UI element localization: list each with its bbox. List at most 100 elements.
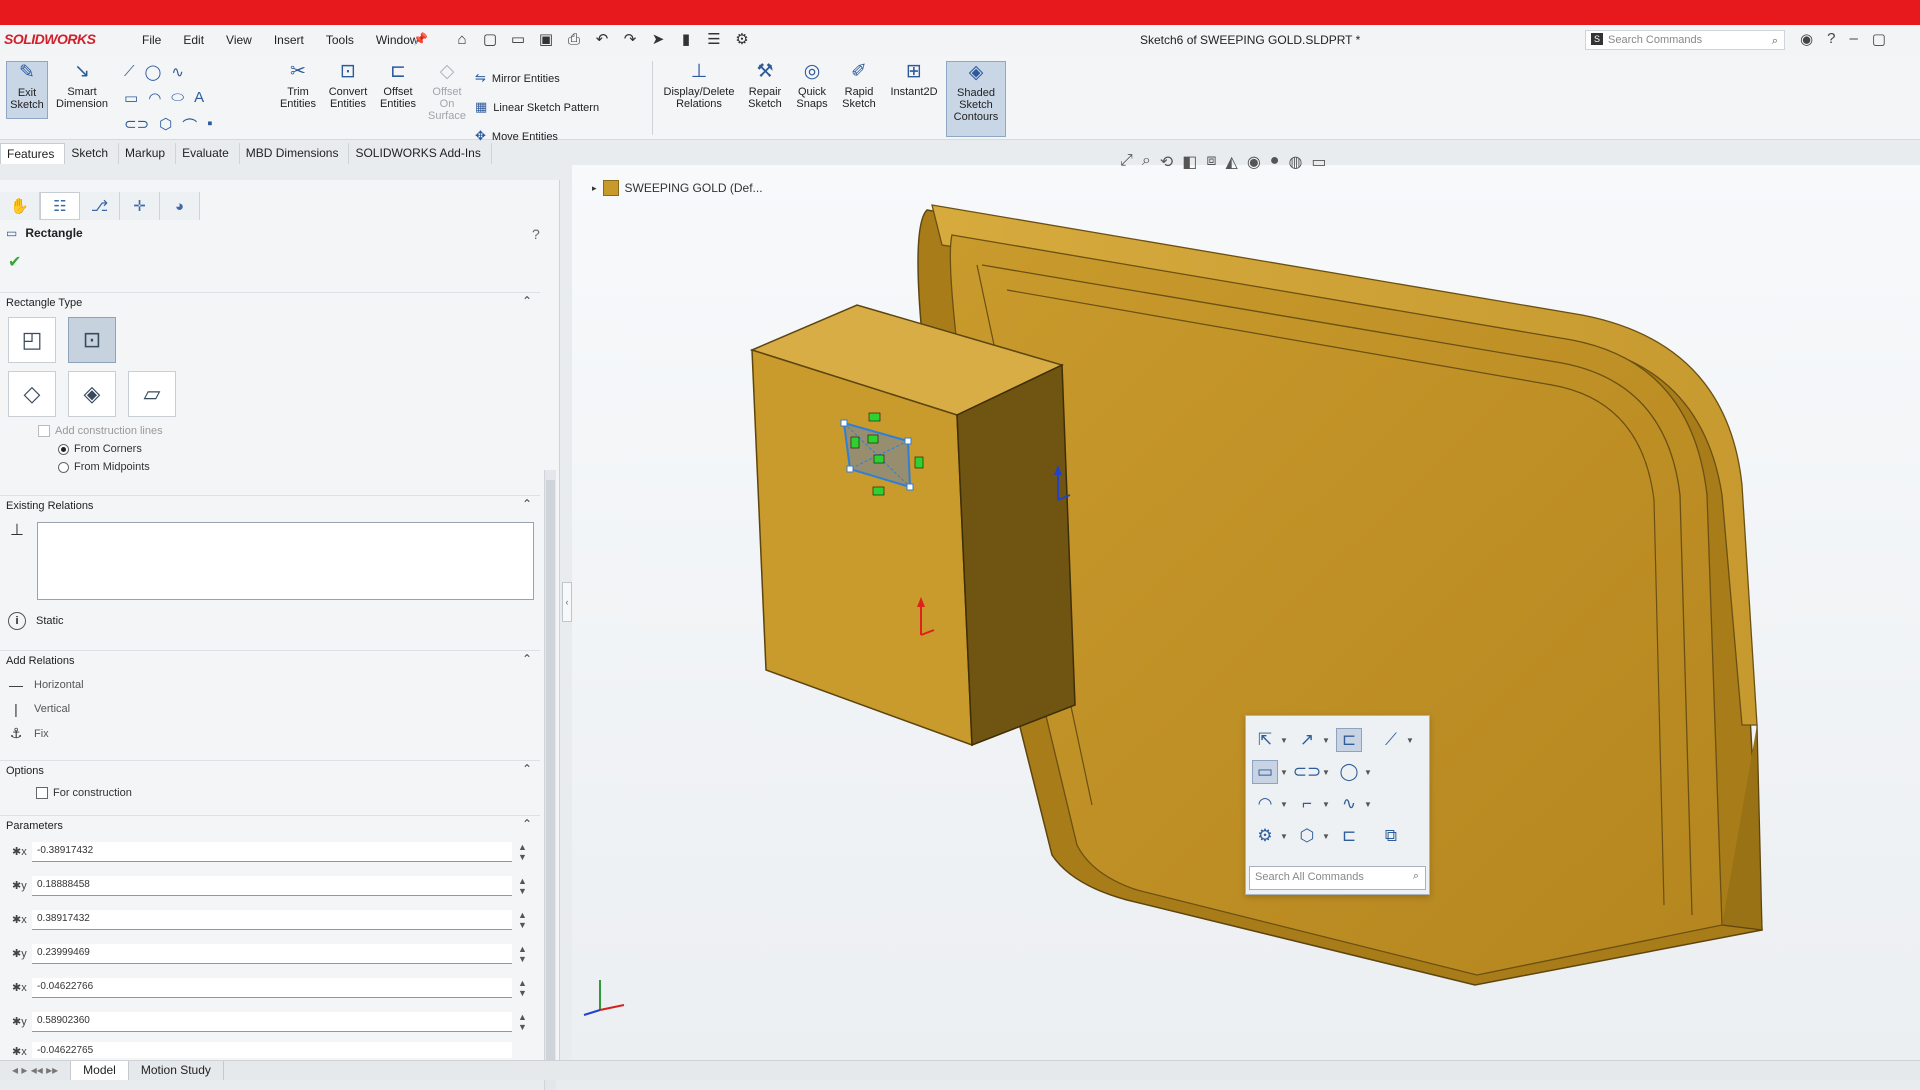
- collapse-chevron-up-icon[interactable]: ⌃: [522, 294, 532, 308]
- apply-scene-icon[interactable]: ◍: [1288, 152, 1302, 172]
- tab-motion-study[interactable]: Motion Study: [129, 1061, 224, 1080]
- tab-evaluate[interactable]: Evaluate: [176, 143, 240, 164]
- help-icon[interactable]: ?: [532, 226, 540, 242]
- configuration-manager-tab-icon[interactable]: ⎇: [80, 192, 120, 220]
- shortcut-rectangle[interactable]: ▭ ▼: [1252, 756, 1294, 788]
- tab-markup[interactable]: Markup: [119, 143, 177, 164]
- arc-icon[interactable]: ◠: [148, 89, 161, 107]
- slot-icon[interactable]: ⊂⊃: [124, 115, 149, 136]
- spin-arrows-icon[interactable]: ▲ ▼: [518, 842, 527, 862]
- collapse-chevron-up-icon[interactable]: ⌃: [522, 497, 532, 511]
- spin-arrows-icon[interactable]: ▲ ▼: [518, 876, 527, 896]
- tab-solidworks-add-ins[interactable]: SOLIDWORKS Add-Ins: [349, 143, 492, 164]
- parallelogram-button[interactable]: ▱: [128, 371, 176, 417]
- mirror-entities-button[interactable]: ⇋ Mirror Entities: [475, 64, 599, 93]
- shortcut-offset[interactable]: ⧉: [1378, 820, 1420, 852]
- help-icon[interactable]: ?: [1827, 30, 1835, 48]
- spin-arrows-icon[interactable]: ▲ ▼: [518, 944, 527, 964]
- property-manager-tab-icon[interactable]: ☷: [40, 192, 80, 220]
- shortcut-circle[interactable]: ◯ ▼: [1336, 756, 1378, 788]
- tab-sketch[interactable]: Sketch: [65, 143, 120, 164]
- parameter-input-x1[interactable]: -0.38917432: [32, 842, 512, 862]
- parameter-input-x2[interactable]: 0.38917432: [32, 910, 512, 930]
- hide-show-items-icon[interactable]: ◉: [1247, 152, 1261, 172]
- 3-point-corner-rectangle-button[interactable]: ◇: [8, 371, 56, 417]
- ellipse-icon[interactable]: ⬭: [171, 89, 184, 107]
- circle-icon[interactable]: ◯: [145, 63, 162, 81]
- new-document-icon[interactable]: ▢: [480, 29, 500, 49]
- polygon-icon[interactable]: ⬡: [159, 115, 172, 136]
- collapse-chevron-up-icon[interactable]: ⌃: [522, 762, 532, 776]
- scrollbar-thumb[interactable]: [546, 480, 555, 1080]
- 3-point-center-rectangle-button[interactable]: ◈: [68, 371, 116, 417]
- existing-relations-list[interactable]: [37, 522, 534, 600]
- shaded-sketch-contours-button[interactable]: ◈ Shaded Sketch Contours: [946, 61, 1006, 137]
- add-relation-horizontal[interactable]: — Horizontal: [8, 677, 84, 693]
- text-icon[interactable]: A: [194, 89, 204, 107]
- rectangle-icon[interactable]: ▭: [124, 89, 138, 107]
- edit-appearance-icon[interactable]: ●: [1270, 152, 1280, 172]
- nav-arrows-icon[interactable]: ◂ ▸ ◂◂ ▸▸: [0, 1061, 72, 1080]
- tab-mbd-dimensions[interactable]: MBD Dimensions: [240, 143, 350, 164]
- select-arrow-icon[interactable]: ➤: [648, 29, 668, 49]
- spline-icon[interactable]: ∿: [171, 63, 184, 81]
- add-relation-fix[interactable]: ⚓ Fix: [8, 725, 49, 742]
- quick-snaps-button[interactable]: ◎ Quick Snaps: [792, 61, 832, 110]
- open-folder-icon[interactable]: ▭: [508, 29, 528, 49]
- trim-entities-button[interactable]: ✂ Trim Entities: [278, 61, 318, 110]
- tab-features[interactable]: Features: [0, 143, 66, 164]
- ok-checkmark-icon[interactable]: ✔: [8, 252, 21, 272]
- shortcut-select[interactable]: ⇱ ▼: [1252, 724, 1294, 756]
- spin-arrows-icon[interactable]: ▲ ▼: [518, 1012, 527, 1032]
- search-icon[interactable]: ⌕: [1772, 32, 1778, 50]
- menu-view[interactable]: View: [226, 33, 252, 47]
- dimxpert-tab-icon[interactable]: ✛: [120, 192, 160, 220]
- section-view-icon[interactable]: ◧: [1182, 152, 1197, 172]
- view-orientation-icon[interactable]: ⧈: [1206, 152, 1216, 172]
- tab-model[interactable]: Model: [71, 1061, 129, 1080]
- solidworks-logo[interactable]: SOLIDWORKS: [4, 31, 96, 47]
- display-delete-relations-button[interactable]: ⊥ Display/Delete Relations: [660, 61, 738, 110]
- parameter-input-y3[interactable]: 0.58902360: [32, 1012, 512, 1032]
- exit-sketch-button[interactable]: ✎ Exit Sketch: [6, 61, 48, 119]
- search-icon[interactable]: ⌕: [1413, 870, 1419, 883]
- menu-edit[interactable]: Edit: [183, 33, 204, 47]
- collapse-chevron-up-icon[interactable]: ⌃: [522, 817, 532, 831]
- home-icon[interactable]: ⌂: [452, 29, 472, 49]
- shortcut-smart-dimension[interactable]: ↗ ▼: [1294, 724, 1336, 756]
- display-style-icon[interactable]: ◭: [1226, 152, 1238, 172]
- shortcut-relations[interactable]: ⚙ ▼: [1252, 820, 1294, 852]
- spin-arrows-icon[interactable]: ▲ ▼: [518, 978, 527, 998]
- pin-icon[interactable]: 📌: [413, 32, 428, 46]
- save-icon[interactable]: ▣: [536, 29, 556, 49]
- shortcut-arc[interactable]: ◠ ▼: [1252, 788, 1294, 820]
- corner-rectangle-button[interactable]: ◰: [8, 317, 56, 363]
- search-all-commands-input[interactable]: Search All Commands ⌕: [1249, 866, 1426, 890]
- point-icon[interactable]: ▪: [207, 115, 212, 136]
- from-midpoints-radio[interactable]: From Midpoints: [58, 461, 150, 473]
- repair-sketch-button[interactable]: ⚒ Repair Sketch: [744, 61, 786, 110]
- smart-dimension-button[interactable]: ↘ Smart Dimension: [54, 61, 110, 110]
- panel-collapse-handle[interactable]: ‹: [562, 582, 572, 622]
- parameter-input-y2[interactable]: 0.23999469: [32, 944, 512, 964]
- shortcut-exit-sketch[interactable]: ⊏: [1336, 724, 1378, 756]
- line-icon[interactable]: ⟋: [124, 63, 135, 81]
- shortcut-convert[interactable]: ⊏: [1336, 820, 1378, 852]
- restore-icon[interactable]: ▢: [1872, 30, 1886, 48]
- rebuild-icon[interactable]: ▮: [676, 29, 696, 49]
- shortcut-view-orientation[interactable]: ⬡ ▼: [1294, 820, 1336, 852]
- menu-file[interactable]: File: [142, 33, 161, 47]
- undo-icon[interactable]: ↶: [592, 29, 612, 49]
- search-commands-input[interactable]: S Search Commands ⌕: [1585, 30, 1785, 50]
- parameter-input-x4[interactable]: -0.04622765: [32, 1042, 512, 1058]
- print-icon[interactable]: ⎙: [564, 29, 584, 49]
- previous-view-icon[interactable]: ⟲: [1160, 152, 1173, 172]
- menu-tools[interactable]: Tools: [326, 33, 354, 47]
- shortcut-fillet[interactable]: ⌐ ▼: [1294, 788, 1336, 820]
- center-rectangle-button[interactable]: ⊡: [68, 317, 116, 363]
- rapid-sketch-button[interactable]: ✐ Rapid Sketch: [838, 61, 880, 110]
- view-settings-icon[interactable]: ▭: [1311, 152, 1326, 172]
- for-construction-checkbox[interactable]: For construction: [36, 787, 132, 799]
- add-relation-vertical[interactable]: | Vertical: [8, 701, 70, 717]
- linear-sketch-pattern-button[interactable]: ▦ Linear Sketch Pattern: [475, 93, 599, 122]
